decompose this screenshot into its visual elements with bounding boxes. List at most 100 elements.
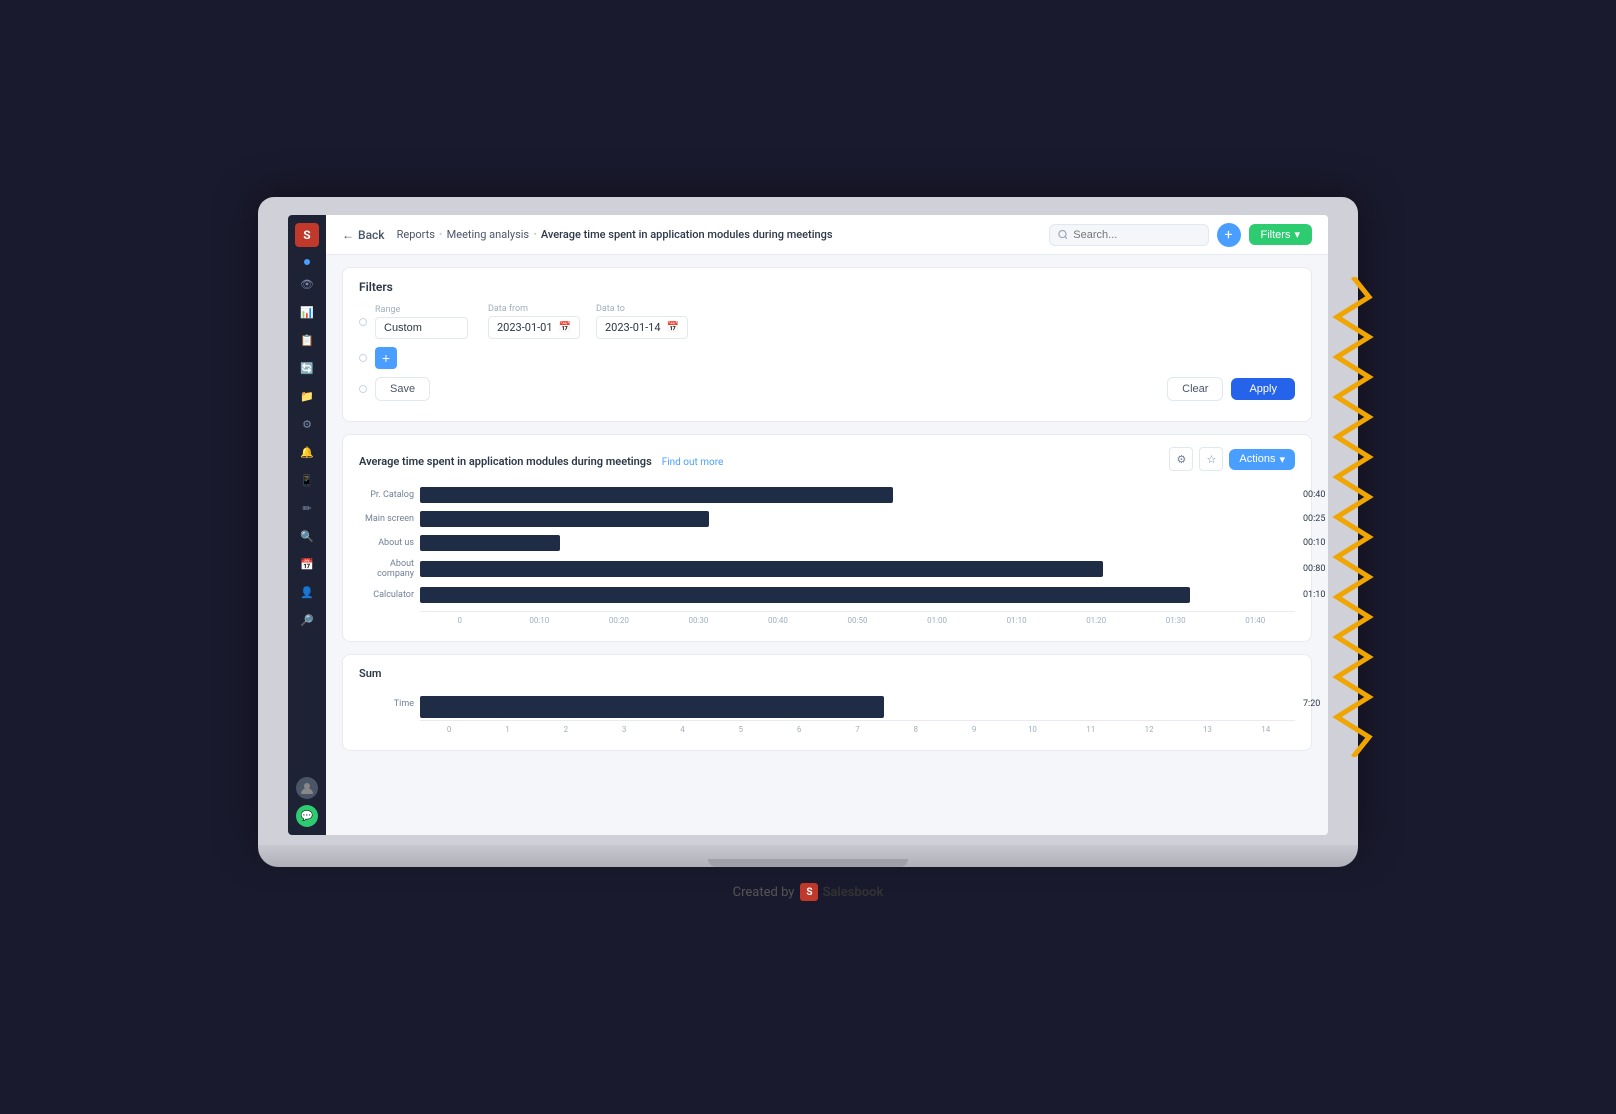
- breadcrumb-sep1: •: [439, 228, 443, 241]
- calendar-icon2: 📅: [667, 322, 679, 333]
- sum-bar-container-0: 7:20: [420, 696, 1295, 712]
- app-logo: S: [295, 223, 319, 247]
- user-avatar[interactable]: [296, 777, 318, 799]
- sidebar-item-refresh[interactable]: 🔄: [296, 357, 318, 379]
- bar-row-1: Main screen 00:25: [359, 511, 1295, 527]
- sum-axis-3: 3: [595, 725, 653, 734]
- sum-axis-1: 1: [478, 725, 536, 734]
- bar-row-0: Pr. Catalog 00:40: [359, 487, 1295, 503]
- sidebar-item-calendar[interactable]: 📅: [296, 553, 318, 575]
- sidebar-item-search[interactable]: 🔍: [296, 525, 318, 547]
- axis-0: 0: [420, 616, 500, 625]
- bar-label-1: Main screen: [359, 514, 414, 524]
- filters-title: Filters: [359, 280, 1295, 294]
- sum-bar-label-0: Time: [359, 699, 414, 709]
- filters-button[interactable]: Filters ▾: [1249, 224, 1312, 245]
- sidebar-item-user[interactable]: 👤: [296, 581, 318, 603]
- sum-title: Sum: [359, 667, 1295, 680]
- sum-bar-chart: Time 7:20 0 1 2: [359, 692, 1295, 738]
- star-icon-button[interactable]: ☆: [1199, 447, 1223, 471]
- breadcrumb: Reports • Meeting analysis • Average tim…: [397, 228, 833, 241]
- filters-section: Filters Range Custom Last 7 days Last: [342, 267, 1312, 422]
- bar-value-2: 00:10: [1303, 538, 1325, 548]
- filters-label: Filters: [1261, 229, 1291, 241]
- footer-created-by: Created by: [733, 885, 795, 900]
- sum-axis-5: 5: [712, 725, 770, 734]
- search-box[interactable]: [1049, 224, 1209, 246]
- filter-row-range: Range Custom Last 7 days Last 30 days La…: [359, 304, 1295, 339]
- sum-axis-9: 9: [945, 725, 1003, 734]
- filter-dot-add: [359, 354, 367, 362]
- sidebar-item-settings[interactable]: ⚙: [296, 413, 318, 435]
- find-out-more-link[interactable]: Find out more: [662, 457, 724, 468]
- chart-axis: 0 00:10 00:20 00:30 00:40 00:50 01:00 01…: [420, 611, 1295, 625]
- breadcrumb-meeting[interactable]: Meeting analysis: [447, 228, 529, 241]
- sum-bar-fill-0: [420, 696, 884, 718]
- range-label: Range: [375, 305, 468, 315]
- bar-value-1: 00:25: [1303, 514, 1325, 524]
- calendar-icon: 📅: [559, 322, 571, 333]
- bar-container-1: 00:25: [420, 511, 1295, 527]
- date-to-label: Data to: [596, 304, 688, 314]
- back-arrow-icon: ←: [342, 228, 354, 242]
- actions-chevron-icon: ▾: [1279, 453, 1285, 466]
- sidebar-item-bell[interactable]: 🔔: [296, 441, 318, 463]
- footer-brand: Salesbook: [822, 885, 883, 900]
- sidebar-indicator: [304, 259, 310, 265]
- range-select[interactable]: Custom Last 7 days Last 30 days Last 90 …: [375, 317, 468, 339]
- breadcrumb-reports[interactable]: Reports: [397, 228, 435, 241]
- date-from-label: Data from: [488, 304, 580, 314]
- search-input[interactable]: [1073, 229, 1199, 241]
- date-from-value: 2023-01-01: [497, 321, 553, 334]
- date-to-input[interactable]: 2023-01-14 📅: [596, 316, 688, 339]
- sum-axis-13: 13: [1178, 725, 1236, 734]
- filter-date-from-field: Data from 2023-01-01 📅: [488, 304, 580, 339]
- sidebar-item-eye[interactable]: 👁: [296, 273, 318, 295]
- search-icon: [1058, 229, 1068, 240]
- laptop-base: [258, 845, 1358, 867]
- axis-8: 01:20: [1056, 616, 1136, 625]
- bar-container-0: 00:40: [420, 487, 1295, 503]
- sum-axis-10: 10: [1003, 725, 1061, 734]
- bar-value-3: 00:80: [1303, 564, 1325, 574]
- chevron-down-icon: ▾: [1294, 228, 1300, 241]
- sidebar-item-chart[interactable]: 📊: [296, 301, 318, 323]
- axis-4: 00:40: [738, 616, 818, 625]
- sum-chart-section: Sum Time 7:20 0: [342, 654, 1312, 751]
- breadcrumb-current: Average time spent in application module…: [541, 228, 833, 241]
- main-content: ← Back Reports • Meeting analysis • Aver…: [326, 215, 1328, 835]
- bar-value-0: 00:40: [1303, 490, 1325, 500]
- axis-6: 01:00: [897, 616, 977, 625]
- actions-label: Actions: [1239, 453, 1275, 465]
- apply-button[interactable]: Apply: [1231, 378, 1295, 400]
- bar-fill-3: [420, 561, 1103, 577]
- back-button[interactable]: ← Back: [342, 228, 385, 242]
- date-from-input[interactable]: 2023-01-01 📅: [488, 316, 580, 339]
- bar-label-3: About company: [359, 559, 414, 579]
- axis-2: 00:20: [579, 616, 659, 625]
- save-filter-button[interactable]: Save: [375, 377, 430, 401]
- main-chart-section: Average time spent in application module…: [342, 434, 1312, 642]
- page-content: Filters Range Custom Last 7 days Last: [326, 255, 1328, 835]
- clear-button[interactable]: Clear: [1167, 377, 1223, 401]
- sum-bar-value-0: 7:20: [1303, 699, 1320, 709]
- topbar-right: + Filters ▾: [1049, 223, 1312, 247]
- bar-container-4: 01:10: [420, 587, 1295, 603]
- date-to-value: 2023-01-14: [605, 321, 661, 334]
- actions-button[interactable]: Actions ▾: [1229, 449, 1295, 470]
- sidebar-item-edit[interactable]: ✏: [296, 497, 318, 519]
- sidebar-item-mobile[interactable]: 📱: [296, 469, 318, 491]
- sidebar-item-clipboard[interactable]: 📋: [296, 329, 318, 351]
- add-button[interactable]: +: [1217, 223, 1241, 247]
- chart-actions: ⚙ ☆ Actions ▾: [1169, 447, 1295, 471]
- sidebar-item-folder[interactable]: 📁: [296, 385, 318, 407]
- add-filter-button[interactable]: +: [375, 347, 397, 369]
- bar-container-3: 00:80: [420, 561, 1295, 577]
- bar-row-2: About us 00:10: [359, 535, 1295, 551]
- chat-button[interactable]: 💬: [296, 805, 318, 827]
- settings-icon-button[interactable]: ⚙: [1169, 447, 1193, 471]
- chart-header: Average time spent in application module…: [359, 447, 1295, 471]
- filter-date-to-field: Data to 2023-01-14 📅: [596, 304, 688, 339]
- sidebar-item-search2[interactable]: 🔎: [296, 609, 318, 631]
- filter-dot-actions: [359, 385, 367, 393]
